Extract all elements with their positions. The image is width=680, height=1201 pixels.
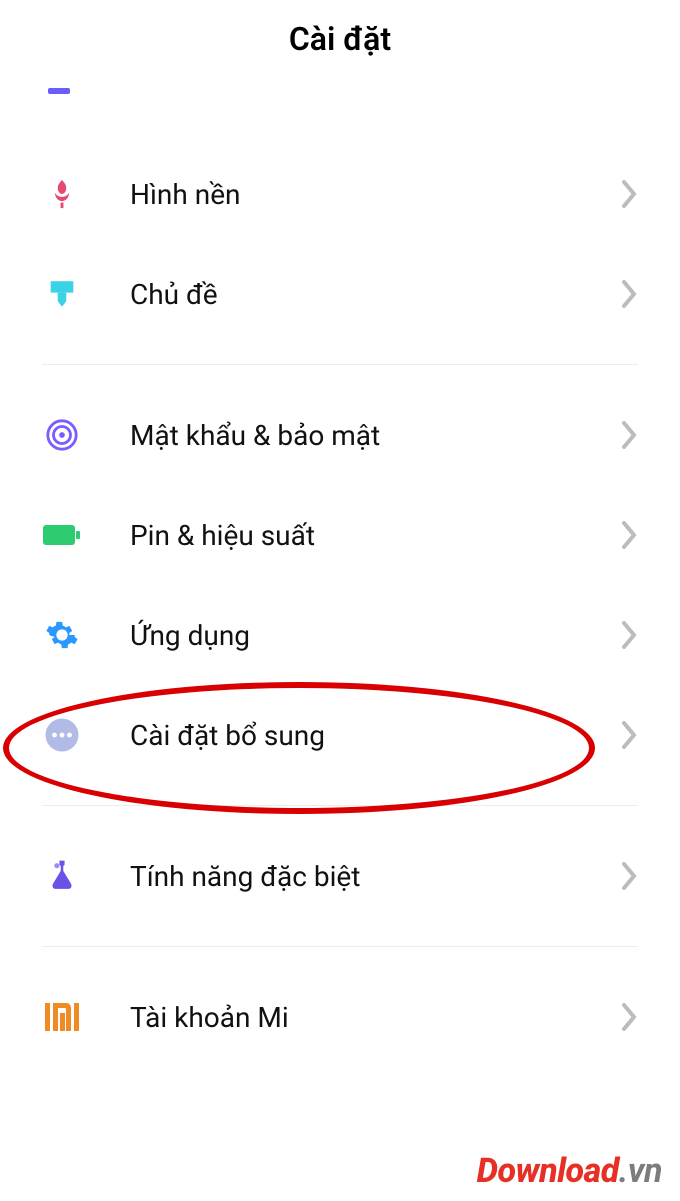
- settings-item-security[interactable]: Mật khẩu & bảo mật: [42, 385, 638, 485]
- section-divider: [42, 805, 638, 806]
- fingerprint-icon: [42, 415, 82, 455]
- page-title: Cài đặt: [0, 20, 680, 58]
- settings-item-battery[interactable]: Pin & hiệu suất: [42, 485, 638, 585]
- brush-icon: [42, 274, 82, 314]
- chevron-right-icon: [622, 180, 638, 208]
- watermark: Download.vn: [477, 1151, 662, 1191]
- settings-item-label: Mật khẩu & bảo mật: [130, 419, 622, 452]
- settings-item-apps[interactable]: Ứng dụng: [42, 585, 638, 685]
- tulip-icon: [42, 174, 82, 214]
- watermark-brand: Download: [477, 1151, 619, 1191]
- settings-item-label: Tính năng đặc biệt: [130, 860, 622, 893]
- settings-list: Hình nền Chủ đề Mật khẩu & bảo mật Pin &…: [0, 144, 680, 1067]
- chevron-right-icon: [622, 862, 638, 890]
- brightness-slider-mark[interactable]: [48, 88, 70, 94]
- settings-item-special[interactable]: Tính năng đặc biệt: [42, 826, 638, 926]
- page-header: Cài đặt: [0, 0, 680, 88]
- flask-icon: [42, 856, 82, 896]
- settings-item-mi-account[interactable]: Tài khoản Mi: [42, 967, 638, 1067]
- settings-item-additional[interactable]: Cài đặt bổ sung: [42, 685, 638, 785]
- settings-item-label: Chủ đề: [130, 278, 622, 311]
- section-divider: [42, 946, 638, 947]
- chevron-right-icon: [622, 421, 638, 449]
- chevron-right-icon: [622, 521, 638, 549]
- chevron-right-icon: [622, 1003, 638, 1031]
- watermark-suffix: .vn: [619, 1151, 662, 1191]
- chevron-right-icon: [622, 621, 638, 649]
- section-divider: [42, 364, 638, 365]
- settings-item-wallpaper[interactable]: Hình nền: [42, 144, 638, 244]
- gear-icon: [42, 615, 82, 655]
- chevron-right-icon: [622, 280, 638, 308]
- dots-icon: [42, 715, 82, 755]
- chevron-right-icon: [622, 721, 638, 749]
- settings-item-themes[interactable]: Chủ đề: [42, 244, 638, 344]
- settings-item-label: Cài đặt bổ sung: [130, 719, 622, 752]
- settings-item-label: Pin & hiệu suất: [130, 519, 622, 552]
- settings-item-label: Hình nền: [130, 178, 622, 211]
- mi-logo-icon: [42, 997, 82, 1037]
- settings-item-label: Ứng dụng: [130, 619, 622, 652]
- battery-icon: [42, 515, 82, 555]
- settings-item-label: Tài khoản Mi: [130, 1001, 622, 1034]
